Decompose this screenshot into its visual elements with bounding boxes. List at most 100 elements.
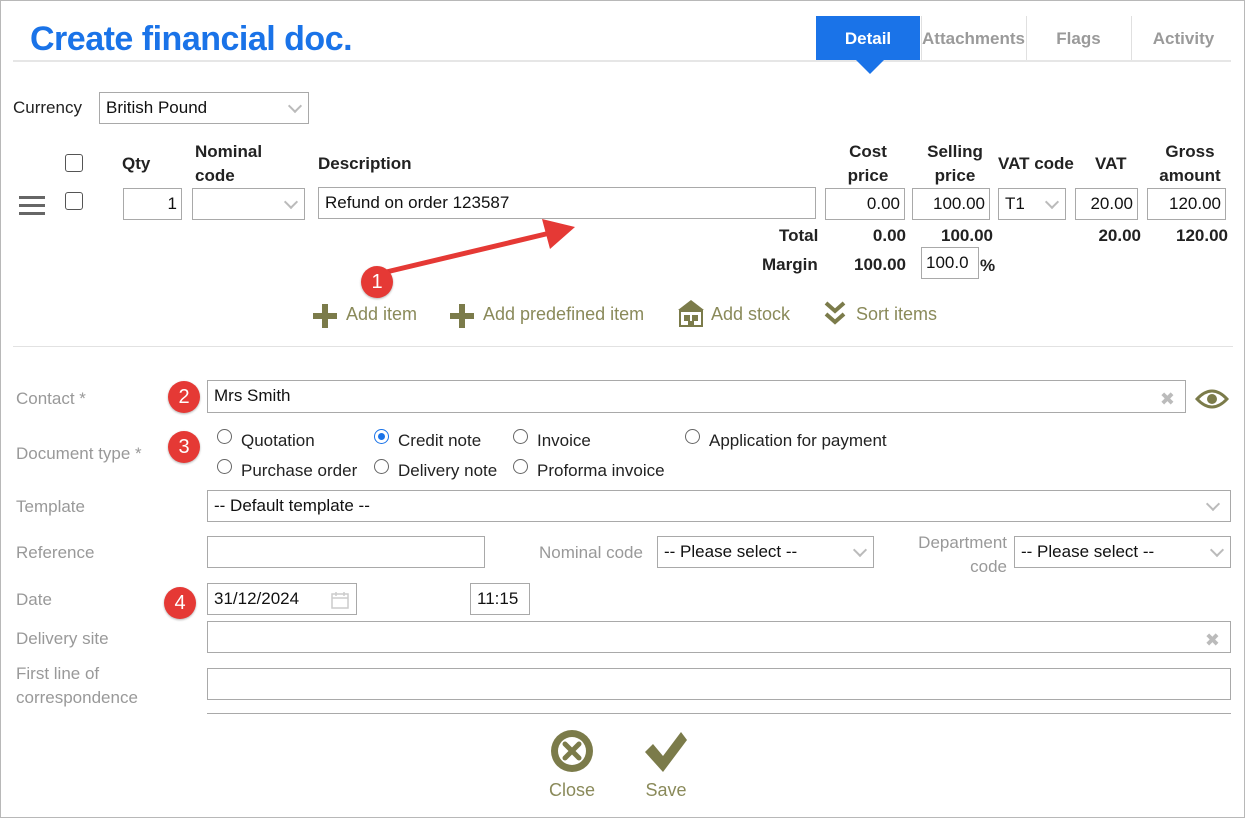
- annotation-badge-4: 4: [164, 587, 196, 619]
- plus-icon: [450, 304, 474, 328]
- close-button[interactable]: Close: [540, 728, 604, 804]
- add-stock-label: Add stock: [711, 304, 791, 324]
- total-selling-price: 100.00: [941, 226, 993, 245]
- add-stock-button[interactable]: Add stock: [676, 298, 796, 332]
- date-value: 31/12/2024: [214, 589, 300, 608]
- date-label: Date: [16, 590, 52, 609]
- annotation-badge-1: 1: [361, 266, 393, 298]
- clear-icon[interactable]: ✖: [1160, 384, 1175, 412]
- reference-input[interactable]: [207, 536, 485, 568]
- selling-price-input[interactable]: 100.00: [912, 188, 990, 220]
- delivery-site-label: Delivery site: [16, 629, 109, 648]
- reference-label: Reference: [16, 543, 95, 562]
- radio-label-quotation: Quotation: [241, 431, 315, 450]
- nominal-code-select[interactable]: [192, 188, 305, 220]
- header-nominal-code: Nominal code: [195, 140, 262, 188]
- row-checkbox[interactable]: [65, 192, 83, 210]
- currency-select[interactable]: British Pound: [99, 92, 309, 124]
- drag-handle-icon[interactable]: [19, 196, 45, 220]
- chevron-down-icon: [283, 194, 299, 210]
- gross-amount-input[interactable]: 120.00: [1147, 188, 1226, 220]
- cost-price-input[interactable]: 0.00: [825, 188, 905, 220]
- radio-quotation[interactable]: [217, 429, 232, 444]
- header-cost-line2: price: [847, 166, 889, 185]
- template-select[interactable]: -- Default template --: [207, 490, 1231, 522]
- select-all-checkbox[interactable]: [65, 154, 83, 172]
- active-tab-pointer: [856, 60, 884, 74]
- eye-icon[interactable]: [1195, 385, 1229, 413]
- form-nominal-code-select[interactable]: -- Please select --: [657, 536, 874, 568]
- header-nominal-line1: Nominal: [195, 142, 263, 161]
- annotation-badge-2: 2: [168, 381, 200, 413]
- header-divider: [13, 60, 1231, 62]
- chevron-down-icon: [1209, 542, 1225, 558]
- delivery-site-input[interactable]: ✖: [207, 621, 1231, 653]
- total-cost-price: 0.00: [872, 226, 906, 245]
- radio-proforma-invoice[interactable]: [513, 459, 528, 474]
- header-vat: VAT: [1095, 154, 1127, 173]
- vat-input[interactable]: 20.00: [1075, 188, 1138, 220]
- currency-value: British Pound: [106, 98, 208, 117]
- radio-delivery-note[interactable]: [374, 459, 389, 474]
- next-field-edge: [207, 713, 1231, 716]
- header-selling-price: Selling price: [913, 140, 997, 188]
- first-line-label-line2: correspondence: [16, 688, 138, 707]
- margin-amount: 100.00: [854, 255, 906, 274]
- save-button[interactable]: Save: [634, 728, 698, 804]
- add-predefined-item-label: Add predefined item: [483, 304, 645, 324]
- vat-code-value: T1: [1005, 194, 1025, 213]
- add-item-label: Add item: [346, 304, 418, 324]
- chevron-down-icon: [1044, 194, 1060, 210]
- radio-label-invoice: Invoice: [537, 431, 591, 450]
- stock-icon: [678, 300, 704, 327]
- tab-activity[interactable]: Activity: [1131, 16, 1235, 60]
- clear-icon[interactable]: ✖: [1205, 625, 1220, 652]
- first-line-input[interactable]: [207, 668, 1231, 700]
- double-chevron-down-icon: [824, 301, 846, 325]
- tab-flags[interactable]: Flags: [1026, 16, 1130, 60]
- calendar-icon[interactable]: [330, 590, 350, 610]
- chevron-down-icon: [287, 98, 303, 114]
- time-input[interactable]: 11:15: [470, 583, 530, 615]
- vat-code-select[interactable]: T1: [998, 188, 1066, 220]
- margin-percent-input[interactable]: 100.0: [921, 247, 979, 279]
- radio-purchase-order[interactable]: [217, 459, 232, 474]
- total-label: Total: [779, 226, 819, 245]
- section-divider: [13, 346, 1233, 347]
- header-gross-line2: amount: [1159, 166, 1221, 185]
- first-line-label-line1: First line of: [16, 664, 100, 683]
- header-gross-line1: Gross: [1165, 142, 1215, 161]
- tab-detail[interactable]: Detail: [816, 16, 920, 60]
- tab-attachments[interactable]: Attachments: [921, 16, 1025, 60]
- margin-percent-sign: %: [980, 256, 996, 275]
- header-vat-code: VAT code: [998, 154, 1074, 173]
- header-description: Description: [318, 154, 412, 173]
- date-input[interactable]: 31/12/2024: [207, 583, 357, 615]
- department-code-value: -- Please select --: [1021, 542, 1155, 561]
- radio-credit-note[interactable]: [374, 429, 389, 444]
- department-code-label-line1: Department: [918, 533, 1007, 552]
- department-code-label-line2: code: [970, 557, 1007, 576]
- margin-label: Margin: [762, 255, 818, 274]
- department-code-select[interactable]: -- Please select --: [1014, 536, 1231, 568]
- department-code-label: Department code: [890, 531, 1007, 579]
- document-type-label: Document type *: [16, 444, 142, 463]
- add-predefined-item-button[interactable]: Add predefined item: [450, 302, 650, 332]
- total-vat: 20.00: [1098, 226, 1141, 245]
- qty-input[interactable]: 1: [123, 188, 182, 220]
- header-selling-line1: Selling: [927, 142, 983, 161]
- template-value: -- Default template --: [214, 496, 370, 515]
- radio-invoice[interactable]: [513, 429, 528, 444]
- header-gross-amount: Gross amount: [1150, 140, 1230, 188]
- header-nominal-line2: code: [195, 166, 235, 185]
- chevron-down-icon: [1205, 496, 1221, 512]
- add-item-button[interactable]: Add item: [313, 302, 423, 332]
- sort-items-button[interactable]: Sort items: [823, 300, 948, 332]
- radio-label-delivery-note: Delivery note: [398, 461, 498, 480]
- contact-input[interactable]: Mrs Smith ✖: [207, 380, 1186, 413]
- nominal-code-label: Nominal code: [539, 543, 643, 562]
- sort-items-label: Sort items: [856, 304, 938, 324]
- header-qty: Qty: [122, 154, 151, 173]
- radio-application-for-payment[interactable]: [685, 429, 700, 444]
- radio-label-application-for-payment: Application for payment: [709, 431, 887, 450]
